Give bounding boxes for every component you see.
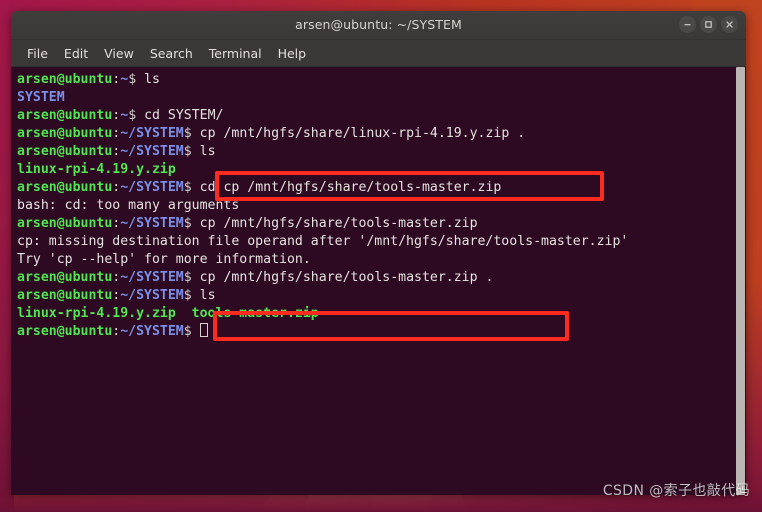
terminal-line: linux-rpi-4.19.y.zip tools-master.zip: [17, 306, 319, 321]
terminal-body[interactable]: arsen@ubuntu:~$ ls SYSTEM arsen@ubuntu:~$ …: [11, 67, 746, 495]
menu-item-help[interactable]: Help: [271, 44, 314, 63]
terminal-line: arsen@ubuntu:~/SYSTEM$ ls: [17, 288, 216, 303]
terminal-window: arsen@ubuntu: ~/SYSTEM File Edit View Se…: [11, 11, 746, 495]
terminal-output[interactable]: arsen@ubuntu:~$ ls SYSTEM arsen@ubuntu:~$ …: [11, 67, 735, 495]
menubar: File Edit View Search Terminal Help: [11, 40, 746, 67]
maximize-icon[interactable]: [700, 16, 717, 33]
terminal-line: arsen@ubuntu:~$ cd SYSTEM/: [17, 108, 224, 123]
terminal-line: arsen@ubuntu:~/SYSTEM$ cd cp /mnt/hgfs/s…: [17, 180, 502, 195]
minimize-icon[interactable]: [679, 16, 696, 33]
menu-item-edit[interactable]: Edit: [57, 44, 95, 63]
menu-item-file[interactable]: File: [20, 44, 55, 63]
terminal-line: arsen@ubuntu:~/SYSTEM$ cp /mnt/hgfs/shar…: [17, 126, 526, 141]
window-titlebar[interactable]: arsen@ubuntu: ~/SYSTEM: [11, 11, 746, 40]
terminal-cursor: [199, 323, 208, 337]
desktop-background: arsen@ubuntu: ~/SYSTEM File Edit View Se…: [0, 0, 762, 512]
menu-item-search[interactable]: Search: [143, 44, 200, 63]
terminal-line: cp: missing destination file operand aft…: [17, 234, 629, 249]
watermark: CSDN @索子也敲代码: [602, 483, 750, 499]
terminal-scrollbar[interactable]: [735, 67, 746, 495]
window-controls: [679, 16, 738, 33]
terminal-line: arsen@ubuntu:~/SYSTEM$ cp /mnt/hgfs/shar…: [17, 216, 478, 231]
window-title: arsen@ubuntu: ~/SYSTEM: [295, 17, 462, 32]
terminal-line: arsen@ubuntu:~/SYSTEM$ ls: [17, 144, 216, 159]
terminal-scrollbar-thumb[interactable]: [736, 67, 745, 495]
close-icon[interactable]: [721, 16, 738, 33]
terminal-line: arsen@ubuntu:~/SYSTEM$: [17, 323, 735, 341]
terminal-line: linux-rpi-4.19.y.zip: [17, 162, 176, 177]
terminal-line: arsen@ubuntu:~$ ls: [17, 72, 160, 87]
terminal-line: bash: cd: too many arguments: [17, 198, 240, 213]
terminal-line: Try 'cp --help' for more information.: [17, 252, 311, 267]
menu-item-terminal[interactable]: Terminal: [202, 44, 269, 63]
menu-item-view[interactable]: View: [97, 44, 141, 63]
terminal-line: SYSTEM: [17, 90, 65, 105]
terminal-line: arsen@ubuntu:~/SYSTEM$ cp /mnt/hgfs/shar…: [17, 270, 494, 285]
